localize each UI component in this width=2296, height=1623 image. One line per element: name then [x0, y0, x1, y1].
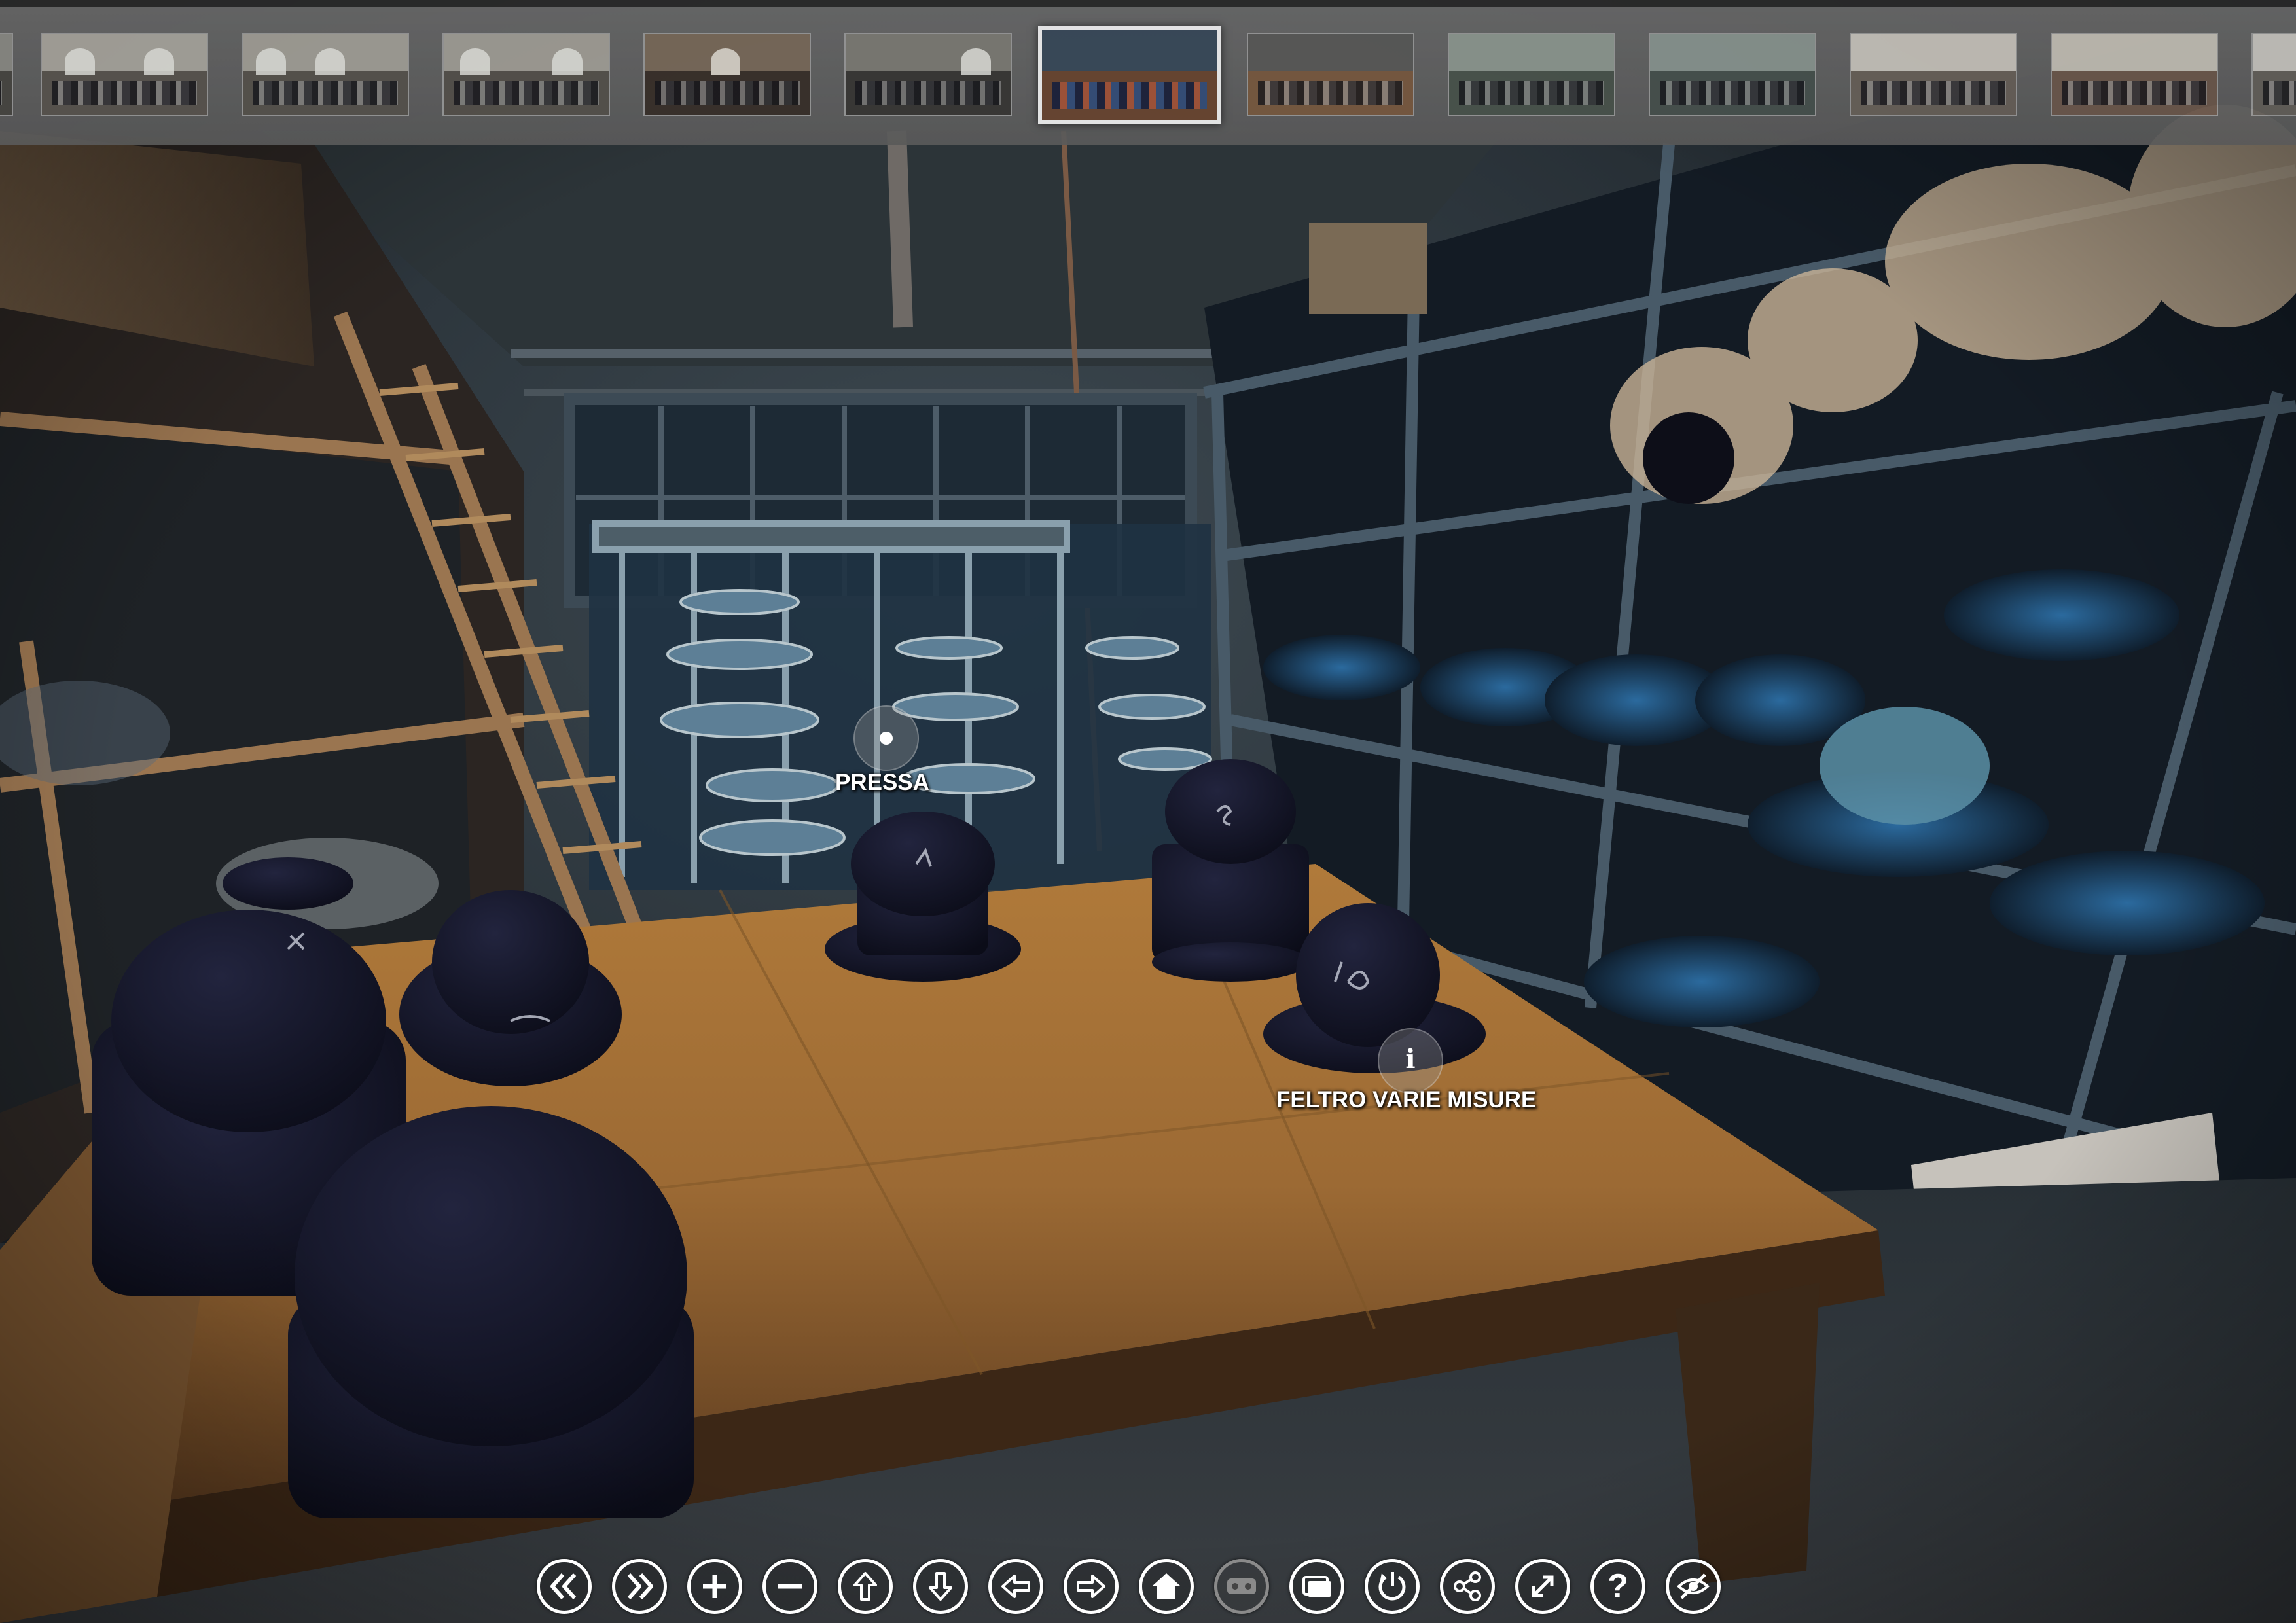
- move-right-button[interactable]: [1064, 1559, 1119, 1614]
- thumbnail-scene-11[interactable]: [1850, 33, 2017, 116]
- thumbnail-scene-7-active[interactable]: [1038, 26, 1221, 124]
- thumbnail-scene-13[interactable]: [2251, 33, 2296, 116]
- panorama-image[interactable]: [0, 0, 2296, 1623]
- share-button[interactable]: [1440, 1559, 1495, 1614]
- thumbnail-scene-6[interactable]: [844, 33, 1012, 116]
- thumbnail-scene-12[interactable]: [2051, 33, 2218, 116]
- last-scene-button[interactable]: [612, 1559, 667, 1614]
- info-symbol: i: [1405, 1044, 1416, 1075]
- double-chevron-right-icon: [627, 1573, 653, 1599]
- info-icon[interactable]: i: [1378, 1028, 1443, 1094]
- hotspot-label-pressa[interactable]: PRESSA: [835, 770, 929, 796]
- navigation-dot: [880, 732, 893, 745]
- autorotate-button[interactable]: [1365, 1559, 1420, 1614]
- vr-mode-button[interactable]: [1214, 1559, 1269, 1614]
- panorama-viewer[interactable]: PRESSA i FELTRO VARIE MISURE: [0, 0, 2296, 1623]
- thumbnail-scene-4[interactable]: [442, 33, 610, 116]
- autorotate-icon: [1378, 1572, 1406, 1601]
- help-button[interactable]: ?: [1590, 1559, 1645, 1614]
- share-icon: [1454, 1571, 1481, 1601]
- arrow-right-icon: [1077, 1575, 1105, 1598]
- move-down-button[interactable]: [913, 1559, 968, 1614]
- minus-icon: [778, 1584, 802, 1589]
- fullscreen-icon: [1532, 1575, 1554, 1597]
- hotspot-label-feltro[interactable]: FELTRO VARIE MISURE: [1276, 1087, 1536, 1113]
- navigation-dot-icon[interactable]: [853, 705, 919, 771]
- thumbnail-scene-8[interactable]: [1247, 33, 1414, 116]
- zoom-out-button[interactable]: [762, 1559, 817, 1614]
- fullscreen-button[interactable]: [1515, 1559, 1570, 1614]
- thumbnail-scene-2[interactable]: [41, 33, 208, 116]
- plus-icon: [703, 1575, 726, 1598]
- thumbnail-strip[interactable]: [0, 0, 2296, 145]
- move-left-button[interactable]: [988, 1559, 1043, 1614]
- thumbnail-strip-border: [0, 0, 2296, 7]
- thumbnail-scene-9[interactable]: [1448, 33, 1615, 116]
- arrow-down-icon: [929, 1572, 952, 1601]
- first-scene-button[interactable]: [537, 1559, 592, 1614]
- zoom-in-button[interactable]: [687, 1559, 742, 1614]
- help-icon: ?: [1607, 1567, 1628, 1605]
- hide-eye-icon: [1677, 1573, 1710, 1599]
- vr-headset-icon: [1227, 1578, 1256, 1594]
- gallery-icon: [1302, 1576, 1331, 1597]
- control-bar: ?: [0, 1559, 2296, 1623]
- arrow-up-icon: [853, 1572, 877, 1601]
- arrow-left-icon: [1001, 1575, 1030, 1598]
- move-up-button[interactable]: [838, 1559, 893, 1614]
- gallery-button[interactable]: [1289, 1559, 1344, 1614]
- thumbnail-scene-10[interactable]: [1649, 33, 1816, 116]
- home-button[interactable]: [1139, 1559, 1194, 1614]
- hide-controls-button[interactable]: [1666, 1559, 1721, 1614]
- double-chevron-left-icon: [550, 1573, 577, 1599]
- thumbnail-scene-5[interactable]: [643, 33, 811, 116]
- thumbnail-scene-3[interactable]: [242, 33, 409, 116]
- thumbnail-scene-1[interactable]: [0, 33, 13, 116]
- home-icon: [1152, 1573, 1181, 1599]
